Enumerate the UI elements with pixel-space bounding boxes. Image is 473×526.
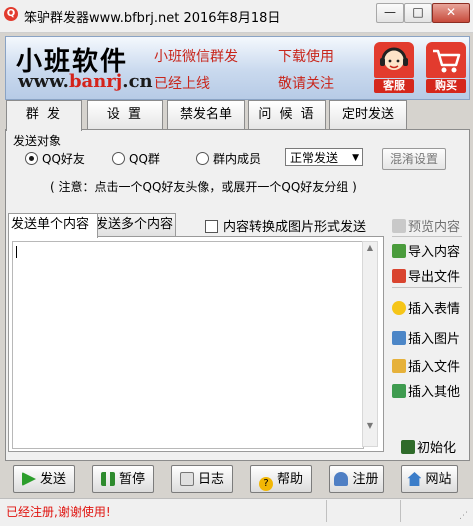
radio-icon <box>112 152 125 165</box>
minimize-button[interactable]: — <box>376 3 404 23</box>
tab-multi-content[interactable]: 发送多个内容 <box>92 213 176 236</box>
buy-button[interactable]: 购买 <box>426 42 466 94</box>
brand-url-suffix: .cn <box>122 71 153 92</box>
initialize-button[interactable]: 初始化 <box>401 437 456 456</box>
scroll-down-icon[interactable]: ▼ <box>364 421 376 431</box>
close-button[interactable]: ✕ <box>432 3 470 23</box>
insert-file-label: 插入文件 <box>408 360 461 375</box>
send-label: 发送 <box>39 472 66 487</box>
brand-url-prefix: www. <box>18 71 69 92</box>
banner-line-1: 小班微信群发 <box>154 49 238 65</box>
insert-image-button[interactable]: 插入图片 <box>392 328 460 347</box>
insert-other-button[interactable]: 插入其他 <box>392 381 460 400</box>
register-label: 注册 <box>352 472 379 487</box>
checkbox-icon <box>205 220 218 233</box>
send-mode-value: 正常发送 <box>290 151 339 165</box>
convert-to-image-label: 内容转换成图片形式发送 <box>223 220 367 235</box>
radio-group-members[interactable]: 群内成员 <box>196 150 261 167</box>
pause-button[interactable]: 暂停 <box>92 465 154 493</box>
headset-icon <box>374 42 414 78</box>
window-title: 笨驴群发器www.bfbrj.net 2016年8月18日 <box>24 11 281 26</box>
customer-service-button[interactable]: 客服 <box>374 42 414 94</box>
image-icon <box>392 331 406 345</box>
preview-content-button[interactable]: 预览内容 <box>392 216 460 235</box>
website-button[interactable]: 网站 <box>401 465 458 493</box>
status-divider <box>400 500 401 522</box>
dropdown-arrow-icon: ▼ <box>352 153 359 163</box>
insert-emoji-button[interactable]: 插入表情 <box>392 298 460 317</box>
log-label: 日志 <box>197 472 224 487</box>
insert-image-label: 插入图片 <box>408 332 461 347</box>
status-text: 已经注册,谢谢使用! <box>6 505 111 519</box>
content-scrollbar[interactable] <box>362 241 378 447</box>
smiley-icon <box>392 301 406 315</box>
export-file-label: 导出文件 <box>408 270 461 285</box>
help-button[interactable]: ? 帮助 <box>250 465 312 493</box>
tab-group-send[interactable]: 群 发 <box>6 100 82 131</box>
note-text: ( 注意：点击一个QQ好友头像，或展开一个QQ好友分组 ) <box>50 180 357 194</box>
register-button[interactable]: 注册 <box>329 465 384 493</box>
insert-file-button[interactable]: 插入文件 <box>392 356 460 375</box>
tab-blocklist[interactable]: 禁发名单 <box>167 100 245 129</box>
message-content-input[interactable] <box>12 241 364 449</box>
buy-label: 购买 <box>426 79 466 93</box>
separator <box>392 287 462 288</box>
banner-line-3: 下载使用 <box>278 49 334 65</box>
banner[interactable]: 小班软件 www.banrj.cn 小班微信群发 已经上线 下载使用 敬请关注 … <box>5 36 470 100</box>
folder-icon <box>392 359 406 373</box>
convert-to-image-checkbox[interactable]: 内容转换成图片形式发送 <box>205 216 366 235</box>
user-icon <box>334 472 349 486</box>
brand-url-mid: banrj <box>68 71 123 92</box>
radio-qq-friend-label: QQ好友 <box>42 152 85 166</box>
send-target-label: 发送对象 <box>13 134 62 148</box>
tab-scheduled-send[interactable]: 定时发送 <box>329 100 407 129</box>
radio-group-members-label: 群内成员 <box>213 152 262 166</box>
insert-emoji-label: 插入表情 <box>408 302 461 317</box>
tab-greetings[interactable]: 问 候 语 <box>248 100 326 129</box>
scroll-up-icon[interactable]: ▲ <box>364 243 376 253</box>
cart-icon <box>426 42 466 78</box>
separator <box>392 236 462 237</box>
play-icon <box>21 472 36 486</box>
brand-url[interactable]: www.banrj.cn <box>18 71 153 92</box>
import-content-button[interactable]: 导入内容 <box>392 241 460 260</box>
send-button[interactable]: 发送 <box>13 465 75 493</box>
export-icon <box>392 269 406 283</box>
help-label: 帮助 <box>276 472 303 487</box>
import-icon <box>392 244 406 258</box>
send-mode-select[interactable]: 正常发送 ▼ <box>285 148 363 166</box>
status-divider <box>326 500 327 522</box>
initialize-label: 初始化 <box>417 441 457 456</box>
help-icon: ? <box>258 477 273 491</box>
home-icon <box>407 472 422 486</box>
log-button[interactable]: 日志 <box>171 465 233 493</box>
banner-line-4: 敬请关注 <box>278 76 334 92</box>
export-file-button[interactable]: 导出文件 <box>392 266 460 285</box>
preview-icon <box>392 219 406 233</box>
plus-icon <box>392 384 406 398</box>
tab-settings[interactable]: 设 置 <box>87 100 163 129</box>
insert-other-label: 插入其他 <box>408 385 461 400</box>
radio-qq-group-label: QQ群 <box>129 152 160 166</box>
app-icon: Q <box>4 7 18 21</box>
mixup-settings-button[interactable]: 混淆设置 <box>382 148 446 170</box>
banner-line-2: 已经上线 <box>154 76 210 92</box>
text-caret <box>16 246 17 258</box>
radio-qq-friend[interactable]: QQ好友 <box>25 150 85 167</box>
customer-service-label: 客服 <box>374 79 414 93</box>
pause-label: 暂停 <box>118 472 145 487</box>
tab-single-content[interactable]: 发送单个内容 <box>8 213 98 238</box>
resize-grip-icon[interactable]: ⋰ <box>459 511 468 521</box>
log-icon <box>179 472 194 486</box>
preview-content-label: 预览内容 <box>408 220 461 235</box>
import-content-label: 导入内容 <box>408 245 461 260</box>
reset-icon <box>401 440 415 454</box>
maximize-button[interactable]: □ <box>404 3 432 23</box>
radio-qq-group[interactable]: QQ群 <box>112 150 160 167</box>
radio-icon <box>196 152 209 165</box>
radio-selected-icon <box>25 152 38 165</box>
pause-icon <box>100 472 115 486</box>
website-label: 网站 <box>425 472 452 487</box>
